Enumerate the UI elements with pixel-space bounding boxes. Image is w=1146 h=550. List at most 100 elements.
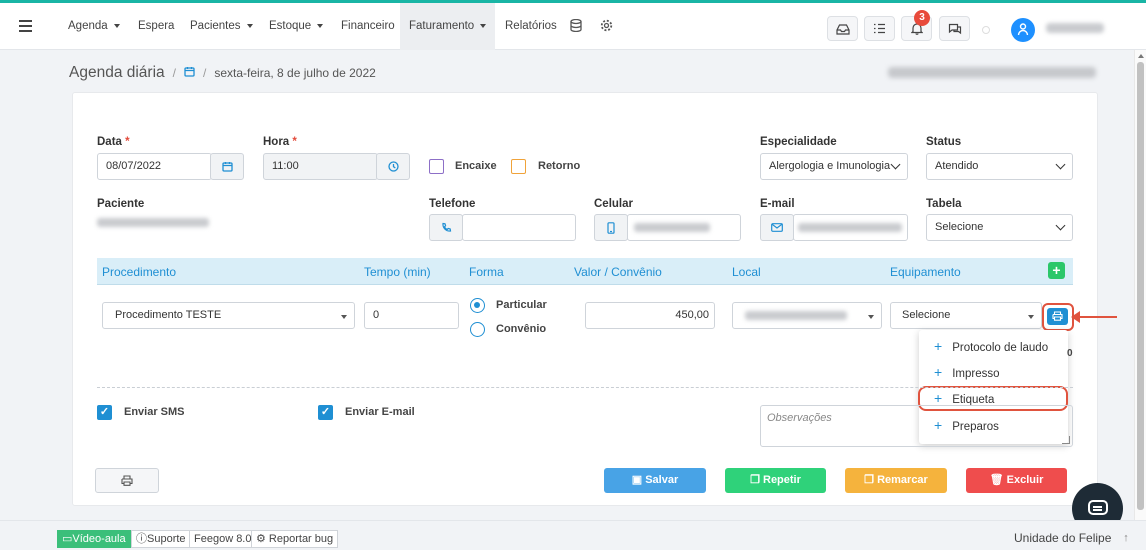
table-select[interactable]: Selecione [926,214,1073,241]
calendar-icon [221,162,233,172]
status-select[interactable]: Atendido [926,153,1073,180]
plus-icon: + [934,338,943,354]
date-picker-button[interactable] [210,153,244,180]
status-dot [982,26,990,34]
mobile-icon [607,222,615,234]
chevron-down-icon [1055,220,1066,231]
date-label: Data * [97,136,130,148]
nav-faturamento[interactable]: Faturamento [400,3,496,50]
nav-pacientes[interactable]: Pacientes [181,3,262,50]
encaixe-checkbox[interactable] [429,159,444,174]
section-divider [97,387,1073,388]
check-icon: ✓ [320,406,331,418]
patient-name-blurred[interactable] [97,218,209,227]
menu-item-protocolo[interactable]: + Protocolo de laudo [919,333,1068,359]
repeat-button[interactable]: ❐ Repetir [725,468,826,493]
page-scrollbar[interactable] [1134,50,1146,528]
value-input[interactable]: 450,00 [585,302,715,329]
nav-financeiro[interactable]: Financeiro [332,3,404,50]
chat-button[interactable] [939,16,970,41]
user-avatar[interactable] [1011,18,1035,42]
report-bug-button[interactable]: ⚙ Reportar bug [251,530,339,548]
col-valor: Valor / Convênio [574,265,662,279]
specialty-select[interactable]: Alergologia e Imunologia [760,153,908,180]
caret-down-icon [1028,315,1034,319]
clock-icon [387,161,399,172]
tasks-button[interactable] [864,16,895,41]
user-icon [1017,23,1029,36]
resize-handle[interactable] [1062,436,1070,444]
status-label: Status [926,136,962,148]
email-label: E-mail [760,198,795,210]
plus-icon: + [934,390,943,406]
duration-input[interactable]: 0 [364,302,459,329]
nav-agenda[interactable]: Agenda [59,3,129,50]
email-value-blurred [798,223,902,232]
hidden-value-peek: 0 [1067,348,1073,359]
convenio-radio[interactable] [470,322,485,337]
gear-icon[interactable] [599,19,613,33]
nav-espera[interactable]: Espera [129,3,183,50]
database-icon[interactable] [569,18,583,33]
tasks-icon [874,23,885,34]
observations-textarea[interactable]: Observações [760,405,1073,447]
sms-checkbox[interactable]: ✓ [97,405,112,420]
date-input[interactable]: 08/07/2022 [97,153,212,180]
hamburger-menu-icon[interactable] [19,20,32,32]
print-icon [121,475,133,486]
unit-name-blurred [888,67,1096,78]
inbox-icon [835,24,850,35]
location-value-blurred [745,311,847,320]
save-icon: ▣ [631,474,646,486]
cellphone-addon [594,214,628,241]
equipment-select[interactable]: Selecione [890,302,1042,329]
menu-item-impresso[interactable]: + Impresso [919,359,1068,385]
phone-input[interactable] [462,214,576,241]
notifications-button[interactable]: 3 [901,10,932,41]
phone-icon [441,222,451,232]
plus-icon: + [934,364,943,380]
print-button[interactable] [95,468,159,493]
support-button[interactable]: ⓘSuporte [131,530,191,548]
nav-estoque[interactable]: Estoque [260,3,332,50]
table-label: Tabela [926,198,962,210]
video-icon: ▭ [62,533,73,545]
email-checkbox[interactable]: ✓ [318,405,333,420]
cellphone-label: Celular [594,198,633,210]
phone-label: Telefone [429,198,476,210]
encaixe-label: Encaixe [455,160,497,172]
scroll-top-button[interactable]: ↑ [1118,529,1134,547]
patient-label: Paciente [97,198,145,210]
delete-button[interactable]: 🗑 Excluir [966,468,1067,493]
footer-bar: ▭Vídeo-aula ⓘSuporte Feegow 8.0 ⚙ Report… [0,520,1146,550]
col-procedimento: Procedimento [102,265,177,279]
user-name-blurred[interactable] [1046,23,1104,33]
col-forma: Forma [469,265,504,279]
procedures-table-header: Procedimento Tempo (min) Forma Valor / C… [97,258,1073,285]
calendar-icon [184,66,195,80]
help-icon: ⓘ [136,533,147,545]
retorno-checkbox[interactable] [511,159,526,174]
time-picker-button[interactable] [376,153,410,180]
particular-radio[interactable] [470,298,485,313]
caret-down-icon [868,315,874,319]
reschedule-button[interactable]: ❐ Remarcar [845,468,947,493]
save-button[interactable]: ▣ Salvar [604,468,706,493]
annotation-arrow [1071,311,1117,323]
video-tutorial-button[interactable]: ▭Vídeo-aula [57,530,131,548]
add-procedure-button[interactable]: + [1048,262,1065,279]
inbox-button[interactable] [827,16,858,41]
caret-down-icon [341,315,347,319]
time-input[interactable]: 11:00 [263,153,378,180]
procedure-select[interactable]: Procedimento TESTE [102,302,355,329]
cellphone-value-blurred [634,223,710,232]
version-label: Feegow 8.0 [189,530,257,548]
chevron-down-icon [1055,159,1066,170]
chevron-down-icon [890,159,901,170]
envelope-icon [771,223,783,232]
trash-icon: 🗑 [989,474,1007,486]
print-icon [1052,311,1063,321]
sms-label: Enviar SMS [124,406,185,418]
nav-relatorios[interactable]: Relatórios [496,3,566,50]
print-options-button[interactable] [1042,303,1074,331]
